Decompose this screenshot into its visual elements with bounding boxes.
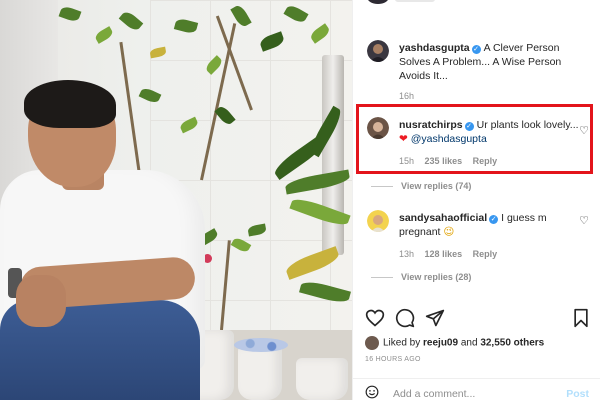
add-comment-input[interactable]: Add a comment... [393,388,475,400]
comment-username[interactable]: sandysahaofficial [399,212,487,224]
photo-railing [322,55,344,255]
comment-meta: 16h [399,91,422,101]
share-icon[interactable] [425,308,445,328]
emoji-icon[interactable] [365,385,379,399]
comment-meta: 13h 128 likes Reply [399,249,505,259]
photo-pot [296,358,348,400]
post-photo [0,0,352,400]
post-comment-button[interactable]: Post [566,388,589,400]
liked-by-others[interactable]: 32,550 others [480,338,544,349]
reply-button[interactable]: Reply [473,249,498,259]
photo-leaf [93,26,115,44]
wink-emoji-icon: 😉 [443,226,455,238]
liked-by: Liked by reeju09 and 32,550 others [365,336,544,350]
comment-text: sandysahaofficial ✓ I guess m pregnant 😉 [399,211,579,239]
comments-panel: yashdasgupta ✓ A Clever Person Solves A Pr… [352,0,600,400]
photo-leaf [58,4,82,24]
comment-item: yashdasgupta ✓ A Clever Person Solves A Pr… [367,40,593,101]
post-actions [365,308,591,330]
liked-by-conj: and [460,337,478,349]
liked-by-avatar[interactable] [365,336,379,350]
highlight-box [356,104,593,174]
truncated-text [395,0,435,2]
verified-badge-icon: ✓ [471,45,481,54]
liked-by-prefix: Liked by [383,337,421,349]
photo-person-hair [24,80,116,128]
verified-badge-icon: ✓ [489,215,499,224]
avatar[interactable] [367,40,389,62]
like-comment-heart-icon[interactable]: ♡ [579,214,589,227]
liked-by-user[interactable]: reeju09 [423,338,458,349]
comment-username[interactable]: yashdasgupta [399,42,470,54]
photo-pebbles [234,338,288,352]
photo-pot [238,345,282,400]
comment-likes[interactable]: 128 likes [425,249,463,259]
comment-time[interactable]: 13h [399,249,414,259]
bookmark-icon[interactable] [571,308,591,328]
comment-icon[interactable] [395,308,415,328]
photo-person-hand [16,275,66,327]
comment-item: sandysahaofficial ✓ I guess m pregnant 😉 1… [367,210,593,265]
comment-time[interactable]: 16h [399,91,414,101]
heart-icon[interactable] [365,308,385,328]
view-replies-button[interactable]: View replies (74) [401,181,471,191]
photo-leaf [118,9,144,33]
avatar[interactable] [367,210,389,232]
post-timestamp[interactable]: 16 HOURS AGO [365,356,421,363]
comment-text: yashdasgupta ✓ A Clever Person Solves A Pr… [399,41,579,83]
avatar[interactable] [367,0,389,4]
view-replies-button[interactable]: View replies (28) [401,272,471,282]
add-comment-bar: Add a comment... Post [353,378,600,400]
